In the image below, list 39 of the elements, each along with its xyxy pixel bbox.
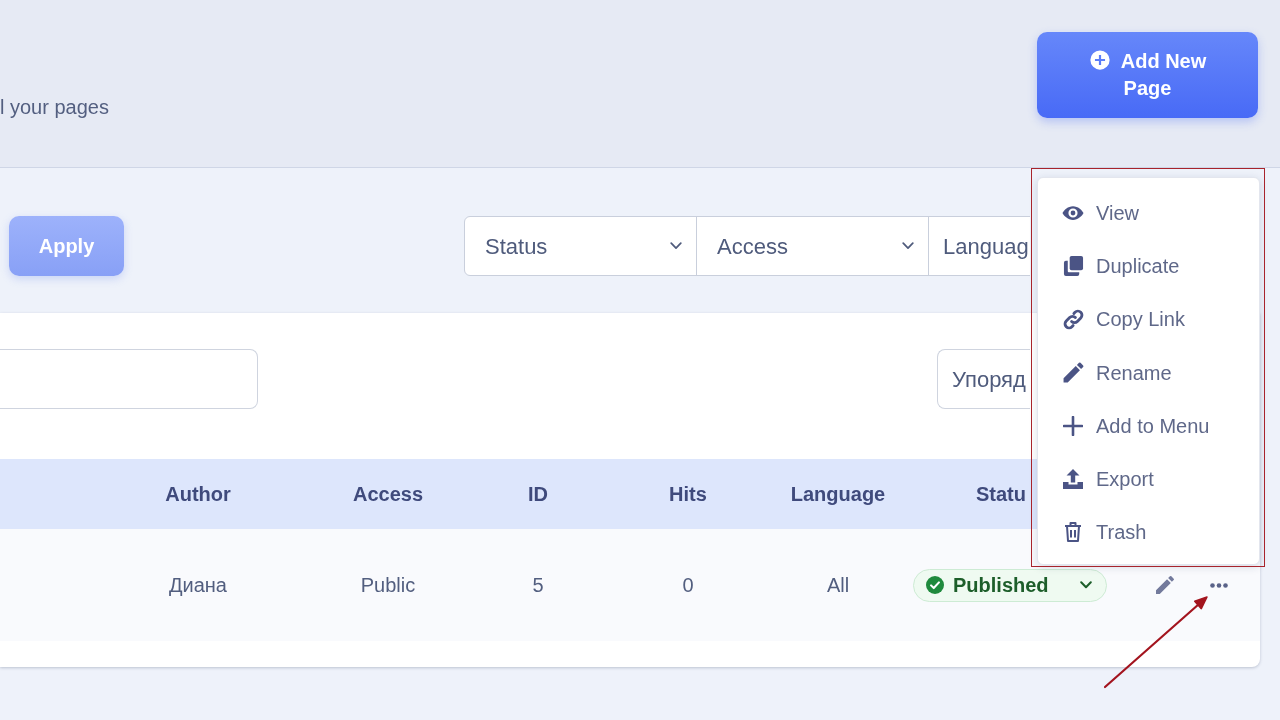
copy-icon (1062, 255, 1084, 277)
chevron-down-icon (1080, 581, 1092, 589)
menu-item[interactable]: Trash (1038, 505, 1259, 560)
menu-item[interactable]: Rename (1038, 345, 1259, 400)
page-subtitle: l your pages (0, 95, 109, 120)
table-cell-text: All (826, 573, 850, 598)
table-cell-text: Диана (169, 573, 227, 598)
column-header: Access (352, 482, 424, 507)
filter-select[interactable]: Languag (928, 216, 1030, 276)
column-header: Author (165, 482, 231, 507)
menu-item[interactable]: Export (1038, 452, 1259, 506)
sort-select[interactable]: Упоряд (937, 349, 1030, 409)
menu-item[interactable]: Add to Menu (1038, 399, 1259, 453)
column-header: Hits (669, 482, 707, 507)
pencil-icon (1062, 362, 1084, 384)
ellipsis-icon[interactable] (1210, 582, 1228, 588)
upload-icon (1062, 468, 1084, 491)
table-cell-text: 5 (532, 573, 544, 598)
table-cell-text: 0 (682, 573, 694, 598)
filter-select[interactable]: Status (464, 216, 697, 276)
chevron-down-icon (902, 242, 914, 250)
filter-select[interactable]: Access (696, 216, 929, 276)
trash-icon (1064, 521, 1082, 544)
link-icon (1062, 308, 1084, 330)
eye-icon (1062, 205, 1084, 220)
column-header: ID (528, 482, 548, 507)
status-dropdown[interactable]: Published (913, 568, 1107, 602)
menu-item[interactable]: Copy Link (1038, 292, 1259, 346)
menu-item[interactable]: Duplicate (1038, 239, 1259, 293)
column-header: Statu (976, 482, 1026, 507)
column-header: Language (790, 482, 886, 507)
search-field[interactable] (0, 349, 258, 409)
check-circle-icon (926, 576, 944, 594)
chevron-down-icon (670, 242, 682, 250)
menu-item[interactable]: View (1038, 186, 1259, 240)
add-new-page-button[interactable]: Add New Page (1037, 32, 1258, 118)
plus-icon (1063, 415, 1083, 436)
pencil-icon[interactable] (1153, 573, 1177, 597)
table-cell-text: Public (360, 573, 416, 598)
